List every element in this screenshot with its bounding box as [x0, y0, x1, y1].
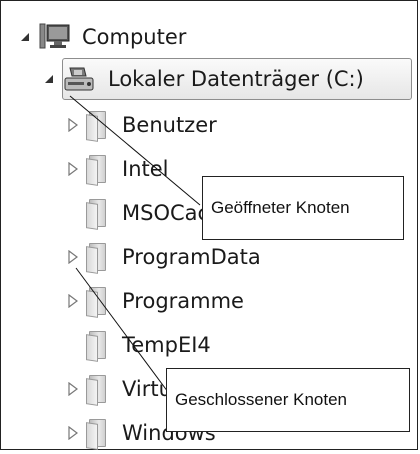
- callout-text: Geschlossener Knoten: [175, 390, 347, 409]
- callout-opened-node: Geöffneter Knoten: [202, 176, 404, 240]
- callout-closed-node: Geschlossener Knoten: [166, 368, 410, 432]
- callout-line-opened: [69, 95, 201, 206]
- callout-line-closed: [75, 267, 169, 393]
- callout-text: Geöffneter Knoten: [211, 198, 350, 217]
